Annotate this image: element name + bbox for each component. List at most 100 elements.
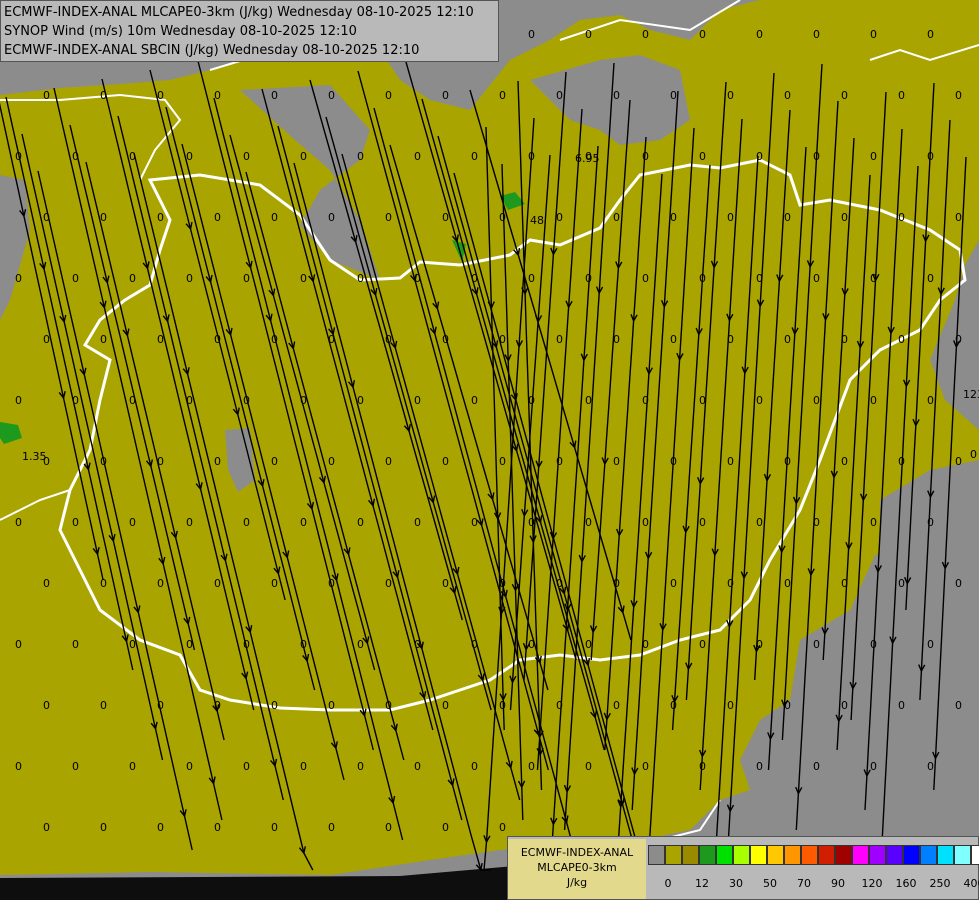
cin-value-label: 0	[385, 333, 392, 346]
cin-value-label: 0	[471, 394, 478, 407]
legend-tick-label: 0	[664, 877, 672, 890]
cin-value-label: 0	[927, 272, 934, 285]
cin-value-label: 0	[727, 333, 734, 346]
cin-value-label: 0	[100, 211, 107, 224]
cin-value-label: 0	[699, 516, 706, 529]
cin-value-label: 1.35	[22, 450, 47, 463]
cin-value-label: 0	[243, 272, 250, 285]
cin-value-label: 0	[670, 699, 677, 712]
cin-value-label: 0	[442, 577, 449, 590]
cin-value-label: 0	[642, 272, 649, 285]
cin-value-label: 0	[499, 821, 506, 834]
cin-value-label: 0	[157, 211, 164, 224]
legend-tick-label: 90	[831, 877, 845, 890]
cin-value-label: 0	[585, 272, 592, 285]
cin-value-label: 0	[414, 394, 421, 407]
cin-value-label: 0	[214, 699, 221, 712]
cin-value-label: 0	[870, 638, 877, 651]
legend-title: ECMWF-INDEX-ANAL MLCAPE0-3km J/kg	[508, 839, 646, 899]
legend-tick-label: 30	[729, 877, 743, 890]
cin-value-label: 0	[756, 150, 763, 163]
cin-value-label: 0	[556, 333, 563, 346]
color-legend: ECMWF-INDEX-ANAL MLCAPE0-3km J/kg 0 12 30 5…	[507, 836, 979, 900]
cin-value-label: 0	[357, 150, 364, 163]
cin-value-label: 0	[129, 272, 136, 285]
cin-value-label: 0	[214, 455, 221, 468]
legend-tick-label: 250	[929, 877, 951, 890]
cin-value-label: 0	[471, 638, 478, 651]
legend-tick-label: 70	[797, 877, 811, 890]
cin-value-label: 0	[442, 699, 449, 712]
cin-value-label: 0	[727, 211, 734, 224]
cin-value-label: 0	[556, 455, 563, 468]
cin-value-label: 0	[300, 394, 307, 407]
cin-value-label: 0	[841, 211, 848, 224]
legend-swatch	[920, 845, 937, 865]
legend-swatch	[733, 845, 750, 865]
cin-value-label: 0	[357, 516, 364, 529]
cin-value-label: 0	[214, 577, 221, 590]
cin-value-label: 0	[357, 638, 364, 651]
cin-value-label: 0	[129, 516, 136, 529]
cin-value-label: 0	[870, 272, 877, 285]
cin-value-label: 0	[613, 577, 620, 590]
legend-swatch	[818, 845, 835, 865]
cin-value-label: 0	[585, 28, 592, 41]
cin-value-label: 0	[499, 211, 506, 224]
cin-value-label: 0	[157, 577, 164, 590]
legend-swatch	[750, 845, 767, 865]
cin-value-label: 0	[442, 455, 449, 468]
cin-value-label: 0	[300, 516, 307, 529]
cin-value-label: 0	[585, 638, 592, 651]
cin-value-label: 123	[963, 388, 979, 401]
cin-value-label: 0	[328, 455, 335, 468]
cin-value-label: 0	[271, 211, 278, 224]
cin-value-label: 0	[385, 211, 392, 224]
cin-value-label: 0	[528, 760, 535, 773]
cin-value-label: 0	[813, 150, 820, 163]
legend-swatch	[937, 845, 954, 865]
cin-value-label: 0	[15, 394, 22, 407]
cin-value-label: 0	[727, 699, 734, 712]
cin-value-label: 0	[813, 272, 820, 285]
cin-value-label: 0	[328, 577, 335, 590]
cin-value-label: 0	[756, 272, 763, 285]
cin-value-label: 0	[898, 699, 905, 712]
cin-value-label: 0	[186, 150, 193, 163]
legend-source: ECMWF-INDEX-ANAL	[520, 846, 634, 859]
cin-value-label: 0	[670, 577, 677, 590]
cin-value-label: 0	[300, 150, 307, 163]
legend-swatch	[767, 845, 784, 865]
cin-value-label: 0	[414, 638, 421, 651]
cin-value-label: 0	[357, 394, 364, 407]
cin-value-label: 0	[784, 211, 791, 224]
legend-swatches	[648, 845, 979, 867]
cin-value-label: 0	[927, 150, 934, 163]
cin-value-label: 0	[642, 760, 649, 773]
cin-value-label: 0	[955, 333, 962, 346]
cin-value-label: 0	[955, 699, 962, 712]
legend-tick-label: 120	[861, 877, 883, 890]
legend-swatch	[665, 845, 682, 865]
legend-swatch	[699, 845, 716, 865]
cin-value-label: 0	[471, 516, 478, 529]
legend-unit: J/kg	[566, 876, 588, 889]
cin-value-label: 0	[100, 455, 107, 468]
cin-value-label: 0	[784, 333, 791, 346]
cin-value-label: 0	[756, 760, 763, 773]
cin-value-label: 0	[414, 272, 421, 285]
cin-value-label: 0	[271, 699, 278, 712]
cin-value-label: 0	[72, 638, 79, 651]
cin-value-label: 0	[870, 516, 877, 529]
cin-value-label: 0	[699, 28, 706, 41]
cin-value-label: 0	[186, 394, 193, 407]
cin-value-label: 0	[271, 333, 278, 346]
cin-value-label: 0	[328, 821, 335, 834]
cin-value-label: 0	[214, 333, 221, 346]
cin-value-label: 0	[841, 699, 848, 712]
cin-value-label: 0	[214, 821, 221, 834]
cin-value-label: 0	[243, 638, 250, 651]
cin-value-label: 0	[841, 333, 848, 346]
cin-value-label: 0	[813, 28, 820, 41]
cin-value-label: 0	[670, 333, 677, 346]
